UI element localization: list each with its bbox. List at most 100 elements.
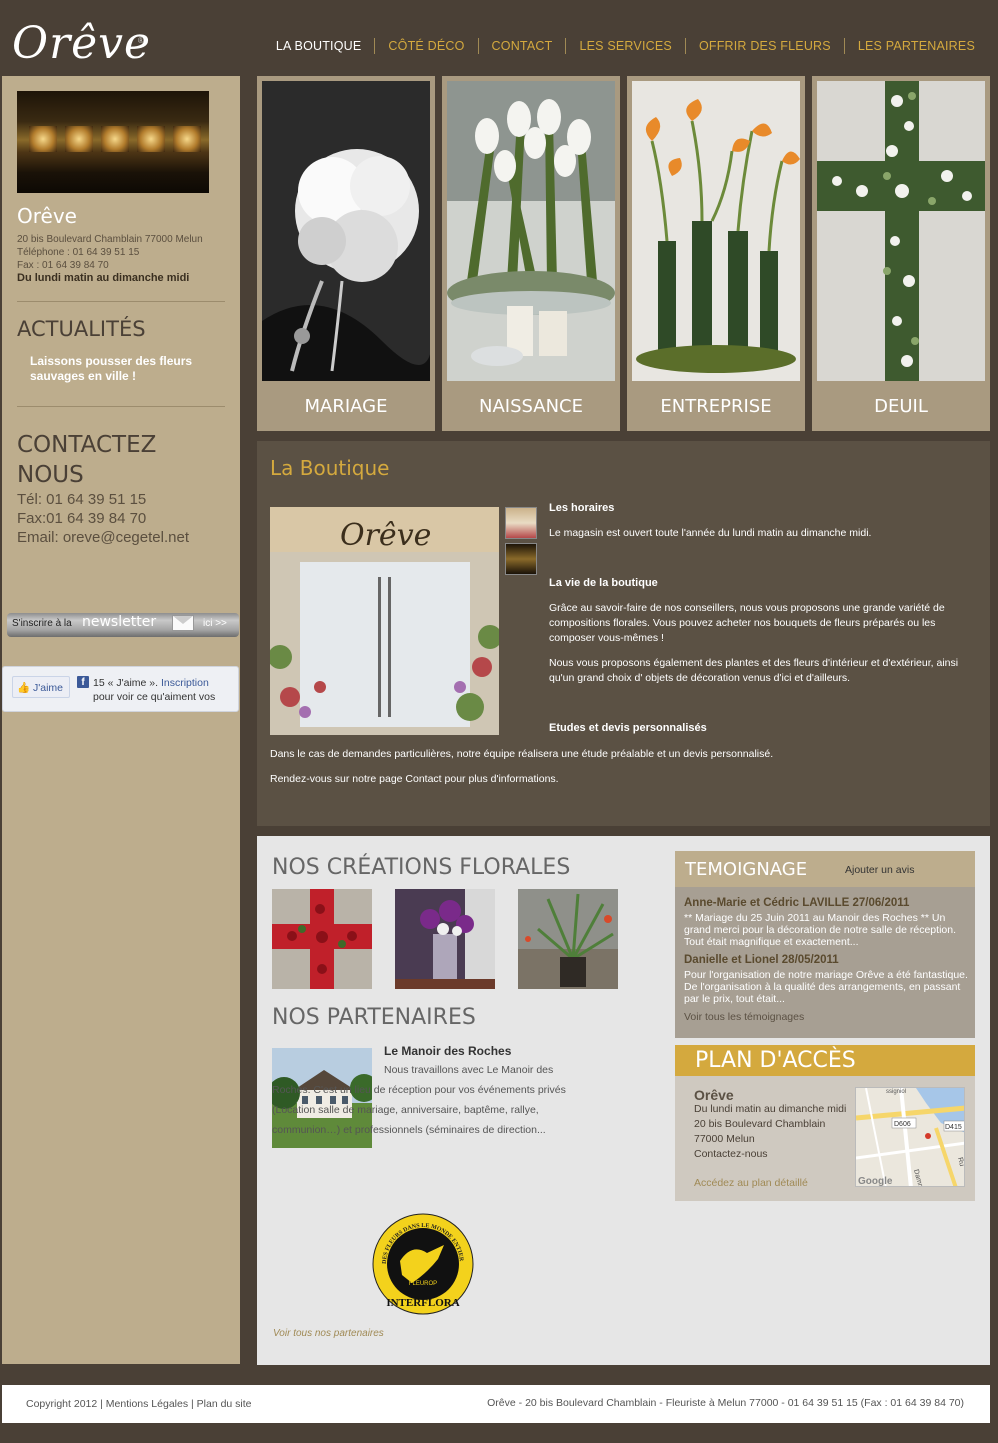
interflora-logo[interactable]: DES FLEURS DANS LE MONDE ENTIER FLEUROP … bbox=[372, 1213, 474, 1315]
map-shop-info: Du lundi matin au dimanche midi 20 bis B… bbox=[694, 1102, 846, 1162]
logo[interactable]: Orêve ® bbox=[12, 14, 150, 74]
boutique-section: La Boutique Orêve Les horaires Le magasi… bbox=[257, 441, 990, 826]
access-map-heading: PLAN D'ACCÈS bbox=[695, 1048, 856, 1073]
map-shop-street: 20 bis Boulevard Chamblain bbox=[694, 1118, 826, 1130]
envelope-icon bbox=[172, 615, 194, 631]
footer-info: Orêve - 20 bis Boulevard Chamblain - Fle… bbox=[487, 1397, 964, 1409]
category-tile-mariage[interactable]: MARIAGE bbox=[257, 76, 435, 431]
boutique-title: La Boutique bbox=[270, 456, 390, 480]
testimonials-header: TEMOIGNAGE Ajouter un avis bbox=[675, 851, 975, 887]
testimonial-author-1: Anne-Marie et Cédric LAVILLE 27/06/2011 bbox=[684, 897, 910, 909]
facebook-like-label: J'aime bbox=[33, 682, 64, 694]
footer-links[interactable]: Copyright 2012 | Mentions Légales | Plan… bbox=[26, 1398, 252, 1410]
thumbs-up-icon: 👍 bbox=[17, 682, 31, 694]
news-item-link[interactable]: Laissons pousser des fleurs sauvages en … bbox=[30, 354, 230, 384]
testimonial-author-2: Danielle et Lionel 28/05/2011 bbox=[684, 954, 839, 966]
shop-photo bbox=[17, 91, 209, 193]
shop-phone: Téléphone : 01 64 39 51 15 bbox=[17, 247, 140, 258]
map-thumbnail[interactable]: D606 D415 Dammarie Ru ssigniol Google bbox=[855, 1087, 965, 1187]
studies-heading: Etudes et devis personnalisés bbox=[549, 722, 707, 734]
facebook-like-subtext: pour voir ce qu'aiment vos bbox=[93, 691, 216, 703]
partner-name[interactable]: Le Manoir des Roches bbox=[384, 1044, 511, 1058]
shop-address-block: 20 bis Boulevard Chamblain 77000 Melun T… bbox=[17, 233, 203, 272]
shop-address: 20 bis Boulevard Chamblain 77000 Melun bbox=[17, 234, 203, 245]
boutique-text: Les horaires Le magasin est ouvert toute… bbox=[549, 501, 969, 736]
contact-tel: Tél: 01 64 39 51 15 bbox=[17, 491, 147, 508]
studies-text: Dans le cas de demandes particulières, n… bbox=[270, 747, 970, 787]
newsletter-signup-button[interactable]: S'inscrire à la newsletter ici >> bbox=[7, 613, 239, 637]
entreprise-photo bbox=[632, 81, 800, 381]
testimonials-box: TEMOIGNAGE Ajouter un avis Anne-Marie et… bbox=[675, 851, 975, 1038]
hours-heading: Les horaires bbox=[549, 502, 615, 514]
category-tile-naissance[interactable]: NAISSANCE bbox=[442, 76, 620, 431]
creation-thumb-1[interactable] bbox=[272, 889, 372, 989]
add-review-link[interactable]: Ajouter un avis bbox=[845, 864, 914, 876]
nav-contact[interactable]: CONTACT bbox=[477, 38, 566, 54]
news-heading: ACTUALITÉS bbox=[17, 317, 146, 341]
interflora-bottom-text: INTERFLORA bbox=[386, 1297, 459, 1309]
category-label-mariage: MARIAGE bbox=[304, 396, 388, 417]
newsletter-link[interactable]: ici >> bbox=[203, 618, 227, 629]
newsletter-label: newsletter bbox=[82, 614, 157, 630]
nav-les-services[interactable]: LES SERVICES bbox=[565, 38, 685, 54]
contact-email[interactable]: Email: oreve@cegetel.net bbox=[17, 528, 189, 547]
facebook-like-count: 15 « J'aime ». bbox=[93, 677, 159, 689]
category-tile-deuil[interactable]: DEUIL bbox=[812, 76, 990, 431]
lower-section: NOS CRÉATIONS FLORALES NOS PARTENAIRES L… bbox=[257, 836, 990, 1365]
studies-paragraph-1: Dans le cas de demandes particulières, n… bbox=[270, 748, 774, 760]
facebook-like-button[interactable]: 👍 J'aime bbox=[12, 676, 70, 698]
mariage-photo bbox=[262, 81, 430, 381]
boutique-thumb-2[interactable] bbox=[505, 543, 537, 575]
facebook-like-box: 👍 J'aime f 15 « J'aime ». Inscription po… bbox=[2, 666, 239, 712]
creation-thumb-3[interactable] bbox=[518, 889, 618, 989]
nav-la-boutique[interactable]: LA BOUTIQUE bbox=[263, 38, 375, 54]
contact-heading-line2: NOUS bbox=[17, 462, 84, 488]
detailed-map-link[interactable]: Accédez au plan détaillé bbox=[694, 1177, 808, 1189]
facebook-icon: f bbox=[77, 676, 89, 688]
footer: Copyright 2012 | Mentions Légales | Plan… bbox=[2, 1385, 990, 1423]
boutique-thumb-1[interactable] bbox=[505, 507, 537, 539]
nav-les-partenaires[interactable]: LES PARTENAIRES bbox=[843, 38, 988, 54]
boutique-sign-text: Orêve bbox=[340, 518, 431, 553]
category-label-entreprise: ENTREPRISE bbox=[660, 396, 772, 417]
logo-registered-mark: ® bbox=[138, 36, 144, 45]
shop-life-paragraph-1: Grâce au savoir-faire de nos conseillers… bbox=[549, 602, 945, 644]
deuil-photo bbox=[817, 81, 985, 381]
studies-paragraph-2: Rendez-vous sur notre page Contact pour … bbox=[270, 773, 559, 785]
divider bbox=[17, 301, 225, 302]
facebook-signup-link[interactable]: Inscription bbox=[161, 677, 209, 689]
category-label-naissance: NAISSANCE bbox=[479, 396, 583, 417]
shop-life-heading: La vie de la boutique bbox=[549, 577, 658, 589]
main-nav: LA BOUTIQUE CÔTÉ DÉCO CONTACT LES SERVIC… bbox=[263, 38, 988, 54]
nav-cote-deco[interactable]: CÔTÉ DÉCO bbox=[374, 38, 477, 54]
all-partners-link[interactable]: Voir tous nos partenaires bbox=[273, 1328, 384, 1339]
newsletter-pre-label: S'inscrire à la bbox=[12, 618, 72, 629]
map-google-logo: Google bbox=[858, 1176, 893, 1187]
contact-fax: Fax:01 64 39 84 70 bbox=[17, 510, 147, 527]
map-contact-link[interactable]: Contactez-nous bbox=[694, 1147, 846, 1162]
shop-fax: Fax : 01 64 39 84 70 bbox=[17, 260, 109, 271]
map-label-d415: D415 bbox=[945, 1124, 962, 1131]
boutique-photo: Orêve bbox=[270, 507, 499, 735]
shop-hours: Du lundi matin au dimanche midi bbox=[17, 272, 190, 284]
creations-heading: NOS CRÉATIONS FLORALES bbox=[272, 855, 571, 880]
sidebar: Orêve 20 bis Boulevard Chamblain 77000 M… bbox=[2, 76, 240, 1364]
hours-paragraph: Le magasin est ouvert toute l'année du l… bbox=[549, 527, 872, 539]
all-testimonials-link[interactable]: Voir tous les témoignages bbox=[684, 1011, 804, 1023]
naissance-photo bbox=[447, 81, 615, 381]
map-shop-name: Orêve bbox=[694, 1087, 734, 1103]
creation-thumb-2[interactable] bbox=[395, 889, 495, 989]
shop-name: Orêve bbox=[17, 204, 77, 228]
shop-life-paragraph-2: Nous vous proposons également des plante… bbox=[549, 657, 959, 684]
category-tile-entreprise[interactable]: ENTREPRISE bbox=[627, 76, 805, 431]
facebook-like-text: 15 « J'aime ». Inscription pour voir ce … bbox=[93, 676, 215, 704]
map-label-d606: D606 bbox=[894, 1121, 911, 1128]
map-shop-hours: Du lundi matin au dimanche midi bbox=[694, 1103, 847, 1115]
interflora-mid-text: FLEUROP bbox=[409, 1281, 437, 1287]
testimonial-text-1: ** Mariage du 25 Juin 2011 au Manoir des… bbox=[684, 912, 956, 948]
contact-heading: CONTACTEZ NOUS bbox=[17, 430, 156, 490]
nav-offrir-des-fleurs[interactable]: OFFRIR DES FLEURS bbox=[684, 38, 844, 54]
access-map-header: PLAN D'ACCÈS bbox=[675, 1045, 975, 1076]
partners-heading: NOS PARTENAIRES bbox=[272, 1005, 476, 1030]
category-label-deuil: DEUIL bbox=[874, 396, 928, 417]
